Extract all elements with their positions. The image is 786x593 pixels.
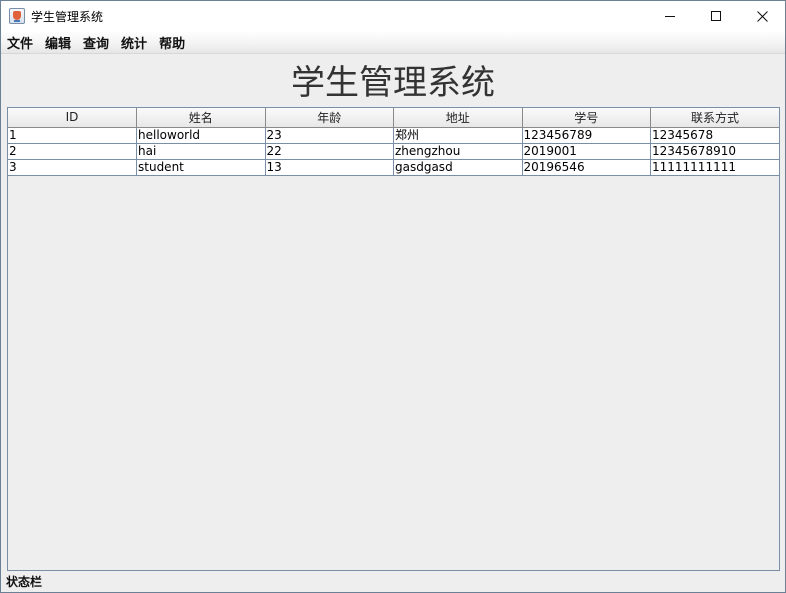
cell-student-number[interactable]: 2019001 — [522, 143, 651, 160]
cell-id[interactable]: 2 — [8, 143, 137, 160]
window-title: 学生管理系统 — [31, 9, 104, 24]
cell-contact[interactable]: 11111111111 — [650, 159, 779, 176]
cell-student-number[interactable]: 20196546 — [522, 159, 651, 176]
main-window: 学生管理系统 文件 编辑 查询 统计 帮助 学生管理系统 ID 姓名 年龄 地址… — [0, 0, 786, 593]
cell-age[interactable]: 13 — [265, 159, 394, 176]
maximize-icon — [711, 11, 721, 21]
column-header-address[interactable]: 地址 — [393, 108, 523, 128]
cell-id[interactable]: 1 — [8, 127, 137, 144]
window-controls — [647, 1, 785, 31]
close-button[interactable] — [739, 1, 785, 31]
maximize-button[interactable] — [693, 1, 739, 31]
cell-contact[interactable]: 12345678 — [650, 127, 779, 144]
cell-name[interactable]: helloworld — [136, 127, 266, 144]
student-table: ID 姓名 年龄 地址 学号 联系方式 1 helloworld 23 郑州 1… — [8, 108, 779, 176]
cell-address[interactable]: gasdgasd — [393, 159, 523, 176]
cell-contact[interactable]: 12345678910 — [650, 143, 779, 160]
table-header-row: ID 姓名 年龄 地址 学号 联系方式 — [8, 108, 779, 128]
cell-address[interactable]: zhengzhou — [393, 143, 523, 160]
student-table-pane[interactable]: ID 姓名 年龄 地址 学号 联系方式 1 helloworld 23 郑州 1… — [7, 107, 780, 571]
column-header-contact[interactable]: 联系方式 — [650, 108, 779, 128]
cell-age[interactable]: 23 — [265, 127, 394, 144]
minimize-button[interactable] — [647, 1, 693, 31]
menu-edit[interactable]: 编辑 — [45, 33, 71, 52]
column-header-student-number[interactable]: 学号 — [522, 108, 651, 128]
column-header-id[interactable]: ID — [8, 108, 137, 128]
table-row[interactable]: 2 hai 22 zhengzhou 2019001 12345678910 — [8, 143, 779, 160]
title-bar[interactable]: 学生管理系统 — [1, 1, 785, 31]
table-row[interactable]: 3 student 13 gasdgasd 20196546 111111111… — [8, 159, 779, 176]
column-header-name[interactable]: 姓名 — [136, 108, 266, 128]
cell-age[interactable]: 22 — [265, 143, 394, 160]
column-header-age[interactable]: 年龄 — [265, 108, 394, 128]
java-app-icon — [9, 8, 25, 24]
cell-address[interactable]: 郑州 — [393, 127, 523, 144]
menu-statistics[interactable]: 统计 — [121, 33, 147, 52]
status-bar: 状态栏 — [6, 575, 43, 589]
menu-file[interactable]: 文件 — [7, 33, 33, 52]
menu-bar: 文件 编辑 查询 统计 帮助 — [1, 31, 785, 54]
cell-name[interactable]: hai — [136, 143, 266, 160]
table-row[interactable]: 1 helloworld 23 郑州 123456789 12345678 — [8, 127, 779, 144]
cell-student-number[interactable]: 123456789 — [522, 127, 651, 144]
cell-id[interactable]: 3 — [8, 159, 137, 176]
menu-query[interactable]: 查询 — [83, 33, 109, 52]
cell-name[interactable]: student — [136, 159, 266, 176]
close-icon — [756, 10, 768, 22]
page-title: 学生管理系统 — [291, 63, 495, 103]
menu-help[interactable]: 帮助 — [159, 33, 185, 52]
minimize-icon — [665, 16, 675, 17]
